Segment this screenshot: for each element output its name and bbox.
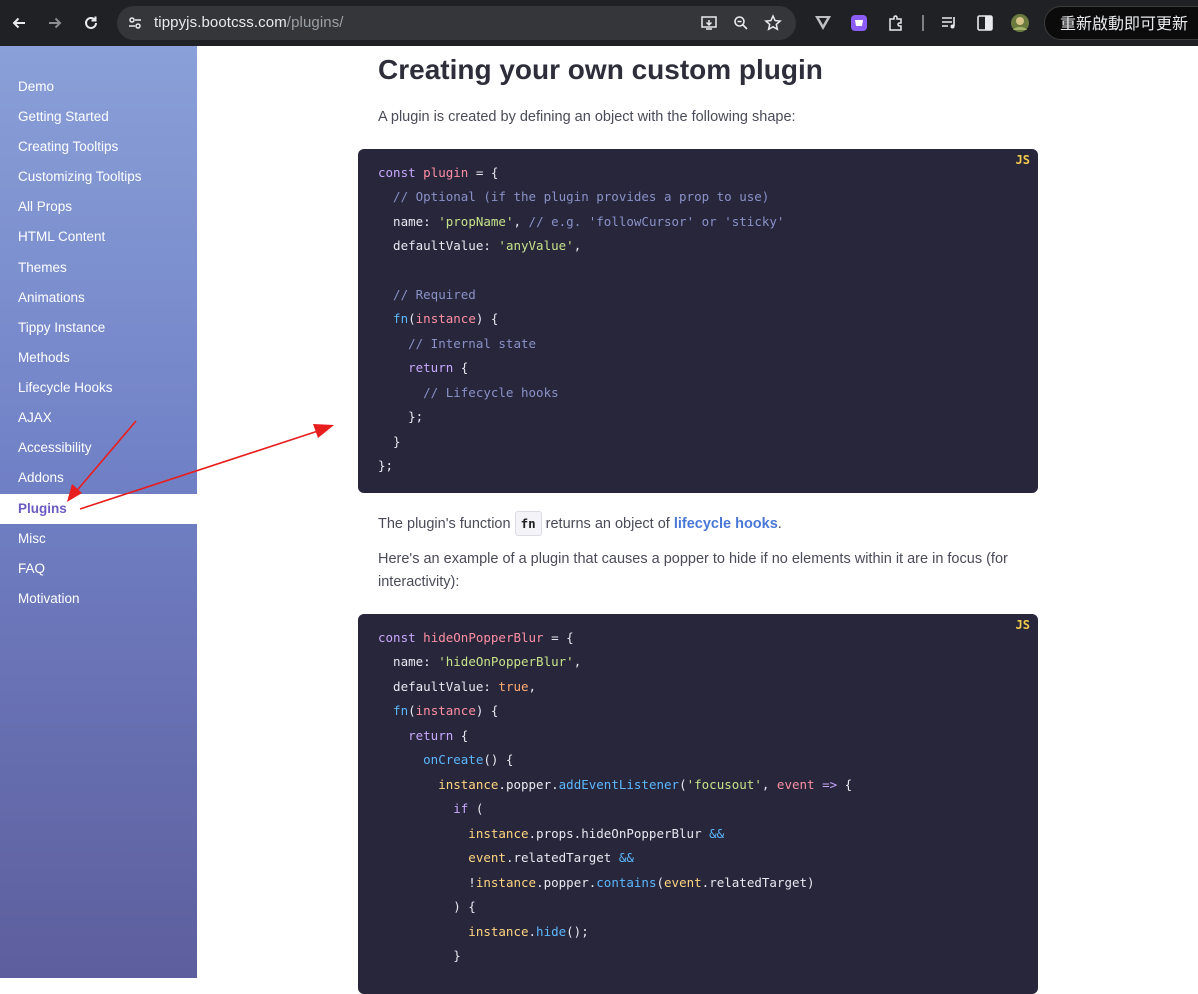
- sidebar-item-accessibility[interactable]: Accessibility: [0, 433, 197, 463]
- install-app-icon[interactable]: [699, 13, 719, 33]
- sidebar-item-methods[interactable]: Methods: [0, 343, 197, 373]
- fn-description-paragraph: The plugin's function fn returns an obje…: [378, 511, 1028, 536]
- sidebar-item-creating-tooltips[interactable]: Creating Tooltips: [0, 132, 197, 162]
- code-line: instance.popper.addEventListener('focuso…: [378, 777, 853, 792]
- code-line: // Optional (if the plugin provides a pr…: [378, 189, 770, 204]
- bookmark-star-icon[interactable]: [763, 13, 783, 33]
- sidebar-item-misc[interactable]: Misc: [0, 524, 197, 554]
- reload-icon[interactable]: [77, 9, 105, 37]
- sidebar-item-customizing-tooltips[interactable]: Customizing Tooltips: [0, 162, 197, 192]
- address-bar[interactable]: tippyjs.bootcss.com/plugins/: [117, 6, 796, 40]
- code-line: event.relatedTarget &&: [378, 850, 634, 865]
- sidebar-item-html-content[interactable]: HTML Content: [0, 222, 197, 252]
- sidebar-item-motivation[interactable]: Motivation: [0, 584, 197, 614]
- url-host: tippyjs.bootcss.com: [154, 14, 287, 31]
- docs-sidebar: Demo Getting Started Creating Tooltips C…: [0, 46, 197, 978]
- main-content: Creating your own custom plugin A plugin…: [197, 46, 1198, 994]
- sidebar-item-themes[interactable]: Themes: [0, 253, 197, 283]
- code-line: }: [378, 948, 461, 963]
- code-line: ) {: [378, 899, 476, 914]
- lifecycle-hooks-link[interactable]: lifecycle hooks: [674, 516, 778, 532]
- code-line: defaultValue: 'anyValue',: [378, 238, 582, 253]
- site-info-icon[interactable]: [125, 13, 145, 33]
- sidebar-item-demo[interactable]: Demo: [0, 72, 197, 102]
- page-heading: Creating your own custom plugin: [378, 54, 823, 85]
- inline-code-fn: fn: [514, 511, 542, 536]
- extensions-puzzle-icon[interactable]: [885, 12, 907, 34]
- url-path: /plugins/: [286, 14, 344, 31]
- extension-purple-icon[interactable]: [848, 12, 870, 34]
- code-block-plugin-shape: JS const plugin = { // Optional (if the …: [358, 149, 1038, 493]
- side-panel-icon[interactable]: [974, 12, 996, 34]
- code-line: const hideOnPopperBlur = {: [378, 630, 574, 645]
- sidebar-item-animations[interactable]: Animations: [0, 283, 197, 313]
- relaunch-update-button[interactable]: 重新啟動即可更新: [1044, 6, 1198, 40]
- code-line: instance.props.hideOnPopperBlur &&: [378, 826, 725, 841]
- code-line: fn(instance) {: [378, 311, 499, 326]
- sidebar-item-ajax[interactable]: AJAX: [0, 403, 197, 433]
- profile-avatar-icon[interactable]: [1009, 12, 1031, 34]
- toolbar-divider: [912, 12, 934, 34]
- code-line: fn(instance) {: [378, 703, 499, 718]
- url-text: tippyjs.bootcss.com/plugins/: [154, 14, 344, 31]
- code-line: name: 'propName', // e.g. 'followCursor'…: [378, 214, 785, 229]
- intro-paragraph: A plugin is created by defining an objec…: [378, 109, 796, 125]
- code-line: !instance.popper.contains(event.relatedT…: [378, 875, 815, 890]
- code-line: defaultValue: true,: [378, 679, 537, 694]
- code-lang-badge: JS: [1015, 153, 1030, 167]
- code-line: if (: [378, 801, 484, 816]
- back-icon[interactable]: [5, 9, 33, 37]
- code-lang-badge: JS: [1015, 618, 1030, 632]
- sidebar-item-lifecycle-hooks[interactable]: Lifecycle Hooks: [0, 373, 197, 403]
- code-line: // Lifecycle hooks: [378, 385, 559, 400]
- forward-icon[interactable]: [41, 9, 69, 37]
- code-line: const plugin = {: [378, 165, 499, 180]
- code-line: return {: [378, 360, 469, 375]
- code-line: // Required: [378, 287, 476, 302]
- zoom-icon[interactable]: [731, 13, 751, 33]
- code-block-hide-on-popper-blur: JS const hideOnPopperBlur = { name: 'hid…: [358, 614, 1038, 994]
- code-line: return {: [378, 728, 469, 743]
- code-line: onCreate() {: [378, 752, 514, 767]
- browser-toolbar: tippyjs.bootcss.com/plugins/ 重新啟動即可更新: [0, 0, 1198, 46]
- sidebar-item-plugins[interactable]: Plugins: [0, 494, 197, 524]
- extension-v-icon[interactable]: [812, 12, 834, 34]
- code-line: };: [378, 458, 394, 473]
- media-control-icon[interactable]: [938, 12, 960, 34]
- code-line: }: [378, 434, 401, 449]
- sidebar-item-faq[interactable]: FAQ: [0, 554, 197, 584]
- code-line: };: [378, 409, 424, 424]
- code-line: // Internal state: [378, 336, 537, 351]
- example-paragraph: Here's an example of a plugin that cause…: [378, 551, 1008, 590]
- sidebar-item-addons[interactable]: Addons: [0, 463, 197, 493]
- sidebar-item-tippy-instance[interactable]: Tippy Instance: [0, 313, 197, 343]
- code-line: name: 'hideOnPopperBlur',: [378, 654, 582, 669]
- sidebar-item-all-props[interactable]: All Props: [0, 192, 197, 222]
- code-line: instance.hide();: [378, 924, 589, 939]
- sidebar-item-getting-started[interactable]: Getting Started: [0, 102, 197, 132]
